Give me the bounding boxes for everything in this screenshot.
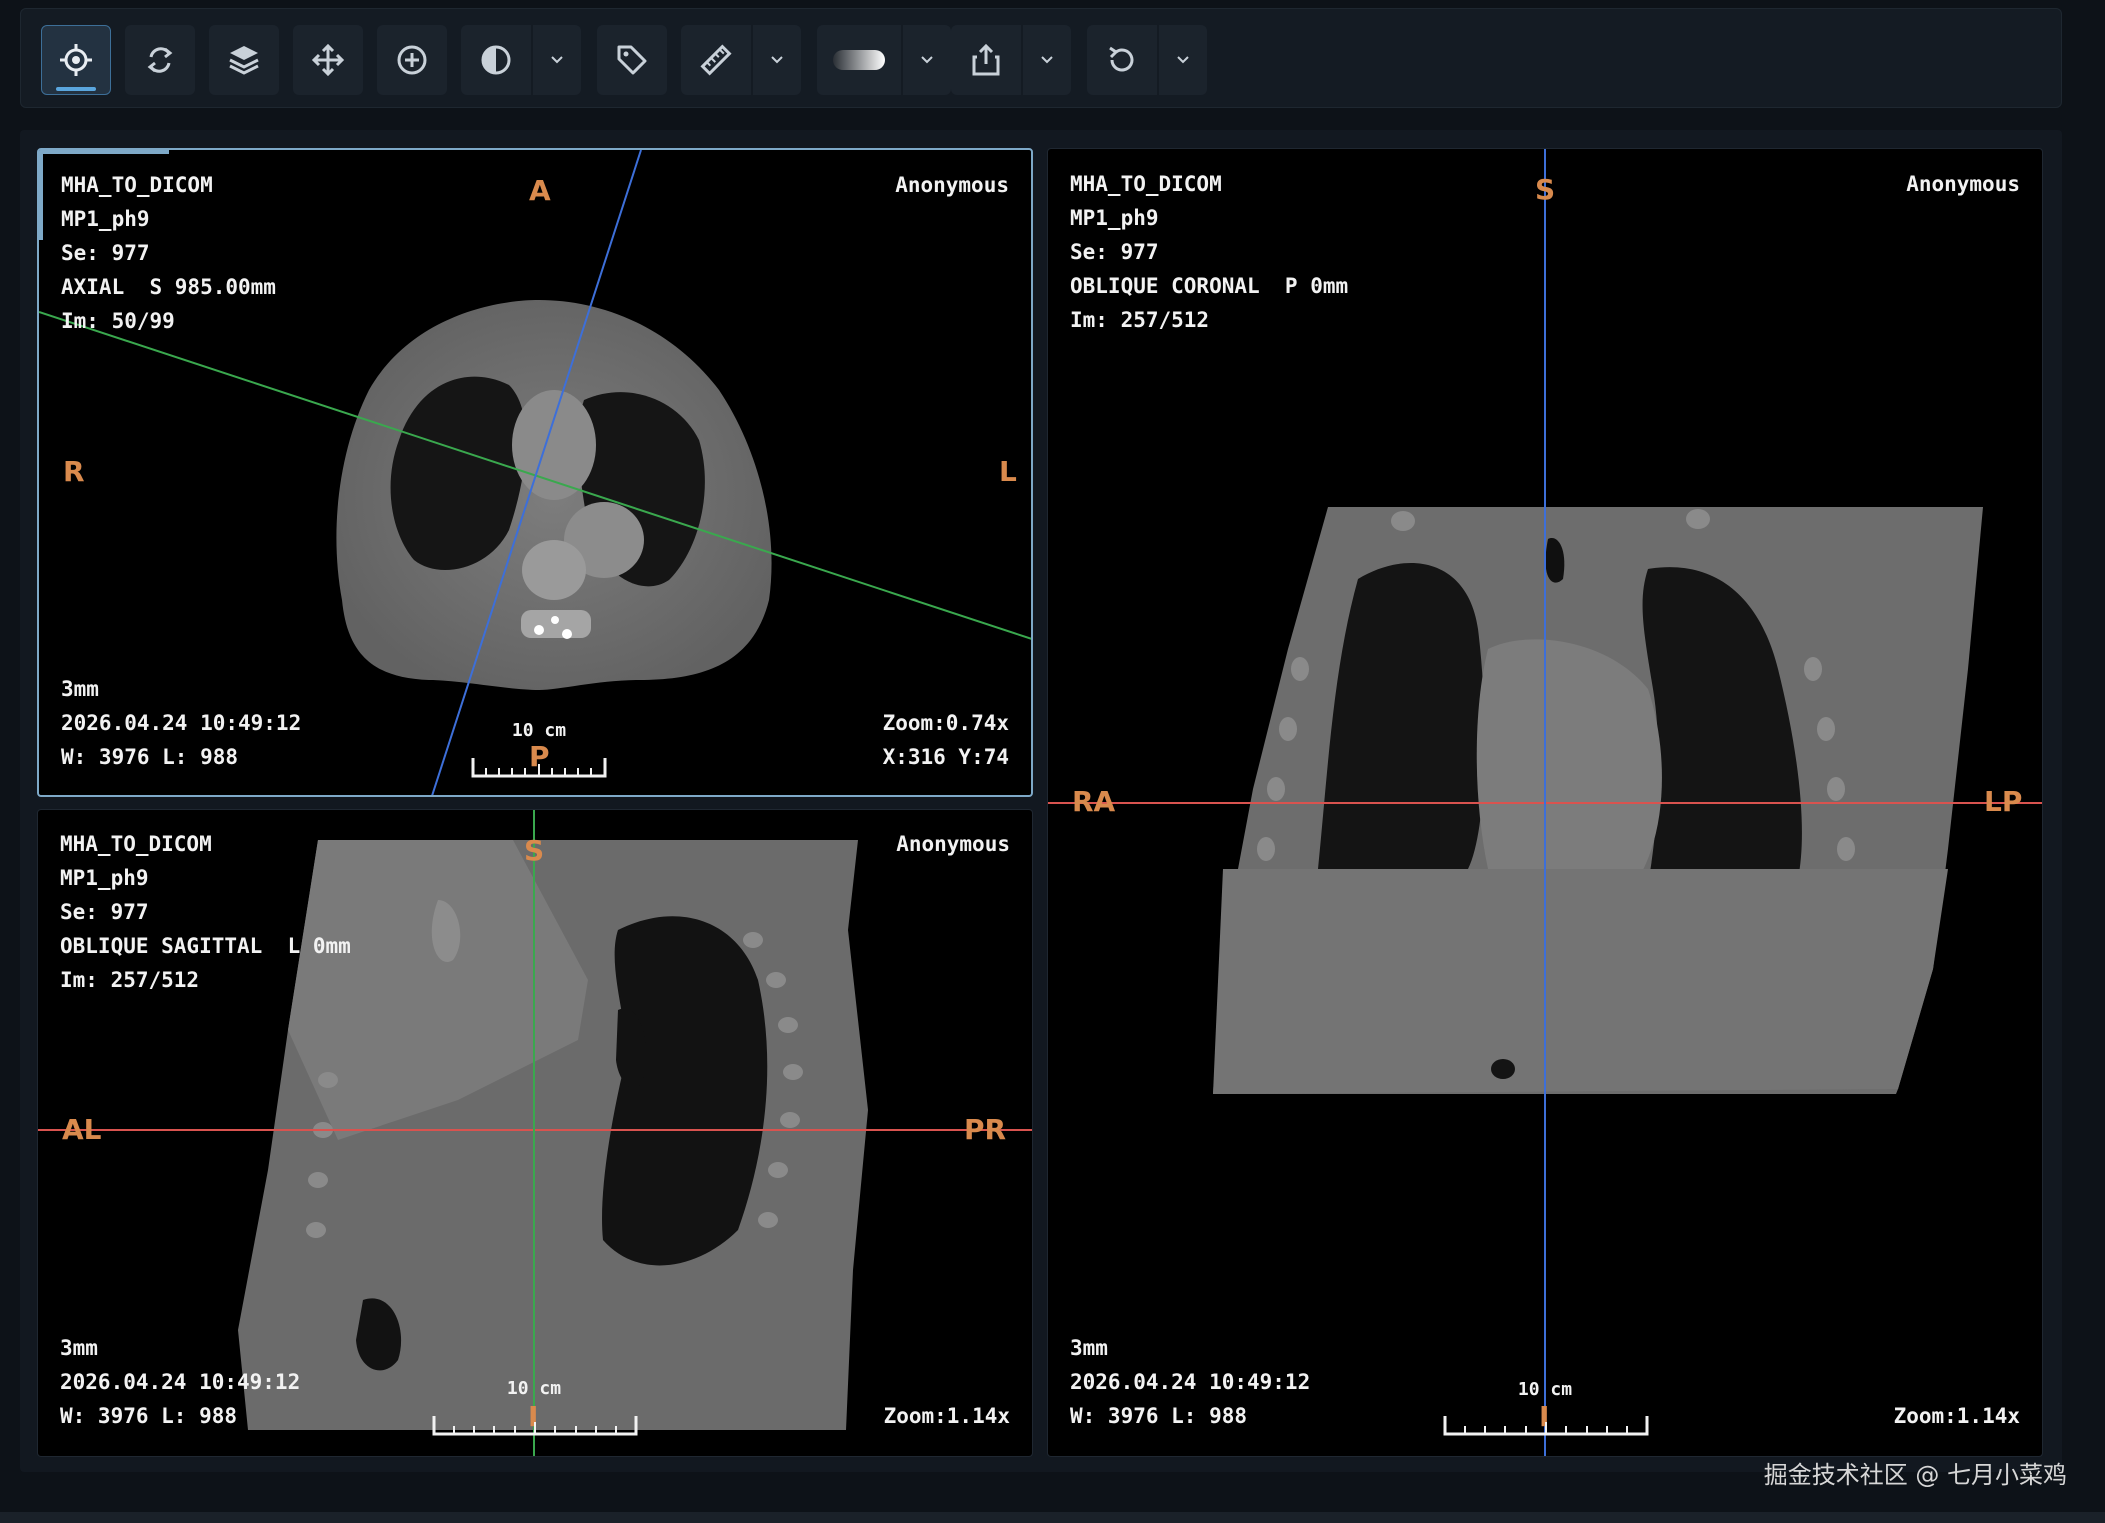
render-preset-tool-button[interactable]: [817, 25, 901, 95]
tag-icon: [617, 45, 647, 75]
orientation-label-right: L: [999, 455, 1017, 488]
coronal-image: [1048, 149, 2042, 1456]
zoom-readout: Zoom:1.14x: [1893, 1404, 2020, 1428]
measure-tool-button[interactable]: [681, 25, 751, 95]
plane-position: OBLIQUE SAGITTAL L 0mm: [60, 934, 351, 958]
series-title: MHA_TO_DICOM: [61, 173, 213, 197]
plane-position: OBLIQUE CORONAL P 0mm: [1070, 274, 1349, 298]
chevron-down-icon: [921, 56, 933, 64]
series-title: MHA_TO_DICOM: [60, 832, 212, 856]
gradient-slab-icon: [833, 50, 885, 70]
protocol-name: MP1_ph9: [60, 866, 149, 890]
orientation-label-top: S: [524, 834, 545, 867]
axial-zoom-info: Zoom:0.74x X:316 Y:74: [883, 706, 1009, 774]
protocol-name: MP1_ph9: [61, 207, 150, 231]
share-icon: [972, 43, 1000, 76]
cursor-position-readout: X:316 Y:74: [882, 745, 1009, 769]
zoom-readout: Zoom:1.14x: [883, 1404, 1010, 1428]
chevron-down-icon: [1041, 56, 1053, 64]
scale-bar: [1443, 1416, 1649, 1436]
orientation-label-left: R: [63, 455, 85, 488]
slice-thickness: 3mm: [1070, 1336, 1108, 1360]
series-number: Se: 977: [1070, 240, 1159, 264]
crosshairs-icon: [60, 44, 92, 76]
orientation-label-top: S: [1535, 173, 1556, 206]
crosshairs-tool-button[interactable]: [41, 25, 111, 95]
axial-series-info: MHA_TO_DICOM MP1_ph9 Se: 977 AXIAL S 985…: [61, 168, 276, 338]
window-level-tool-button[interactable]: [461, 25, 531, 95]
axial-viewport[interactable]: MHA_TO_DICOM MP1_ph9 Se: 977 AXIAL S 985…: [37, 148, 1033, 797]
acquisition-datetime: 2026.04.24 10:49:12: [61, 711, 302, 735]
series-number: Se: 977: [60, 900, 149, 924]
zoom-in-icon: [397, 45, 427, 75]
annotate-tool-button[interactable]: [597, 25, 667, 95]
orientation-label-right: LP: [1984, 785, 2023, 818]
coronal-acquisition-info: 3mm 2026.04.24 10:49:12 W: 3976 L: 988: [1070, 1331, 1310, 1433]
contrast-icon: [481, 45, 511, 75]
export-dropdown-button[interactable]: [1023, 25, 1071, 95]
chevron-down-icon: [771, 56, 783, 64]
layers-icon: [229, 46, 259, 75]
acquisition-datetime: 2026.04.24 10:49:12: [60, 1370, 301, 1394]
scale-bar: [471, 758, 607, 778]
scale-bar-label: 10 cm: [1517, 1379, 1573, 1400]
slice-thickness: 3mm: [60, 1336, 98, 1360]
coronal-series-info: MHA_TO_DICOM MP1_ph9 Se: 977 OBLIQUE COR…: [1070, 167, 1348, 337]
zoom-tool-button[interactable]: [377, 25, 447, 95]
orientation-label-left: AL: [62, 1113, 102, 1146]
window-level-readout: W: 3976 L: 988: [61, 745, 239, 769]
patient-name: Anonymous: [896, 832, 1010, 856]
plane-position: AXIAL S 985.00mm: [61, 275, 276, 299]
scale-bar-label: 10 cm: [506, 1378, 562, 1399]
image-index: Im: 257/512: [1070, 308, 1210, 332]
sagittal-viewport[interactable]: MHA_TO_DICOM MP1_ph9 Se: 977 OBLIQUE SAG…: [37, 809, 1033, 1457]
coronal-viewport[interactable]: MHA_TO_DICOM MP1_ph9 Se: 977 OBLIQUE COR…: [1047, 148, 2043, 1457]
orientation-label-left: RA: [1072, 785, 1116, 818]
protocol-name: MP1_ph9: [1070, 206, 1159, 230]
rotate-tool-button[interactable]: [125, 25, 195, 95]
sagittal-acquisition-info: 3mm 2026.04.24 10:49:12 W: 3976 L: 988: [60, 1331, 300, 1433]
image-index: Im: 50/99: [61, 309, 175, 333]
reset-tool-button[interactable]: [1087, 25, 1157, 95]
window-level-dropdown-button[interactable]: [533, 25, 581, 95]
export-tool-button[interactable]: [951, 25, 1021, 95]
sagittal-series-info: MHA_TO_DICOM MP1_ph9 Se: 977 OBLIQUE SAG…: [60, 827, 351, 997]
orientation-label-right: PR: [964, 1113, 1007, 1146]
orientation-label-top: A: [529, 174, 551, 207]
series-number: Se: 977: [61, 241, 150, 265]
layers-tool-button[interactable]: [209, 25, 279, 95]
image-index: Im: 257/512: [60, 968, 200, 992]
acquisition-datetime: 2026.04.24 10:49:12: [1070, 1370, 1311, 1394]
move-arrows-icon: [311, 43, 345, 77]
reset-dropdown-button[interactable]: [1159, 25, 1207, 95]
window-level-readout: W: 3976 L: 988: [60, 1404, 238, 1428]
render-preset-dropdown-button[interactable]: [903, 25, 951, 95]
window-level-readout: W: 3976 L: 988: [1070, 1404, 1248, 1428]
reset-icon: [1109, 46, 1134, 72]
chevron-down-icon: [551, 56, 563, 64]
ruler-icon: [700, 44, 732, 76]
series-title: MHA_TO_DICOM: [1070, 172, 1222, 196]
zoom-readout: Zoom:0.74x: [882, 711, 1009, 735]
viewport-grid: MHA_TO_DICOM MP1_ph9 Se: 977 AXIAL S 985…: [20, 130, 2062, 1472]
rotate-arrows-icon: [147, 47, 173, 73]
patient-name: Anonymous: [895, 173, 1009, 197]
viewer-toolbar: [20, 8, 2062, 108]
watermark-text: 掘金技术社区 @ 七月小菜鸡: [1763, 1461, 2067, 1489]
chevron-down-icon: [1177, 56, 1189, 64]
pan-tool-button[interactable]: [293, 25, 363, 95]
measure-dropdown-button[interactable]: [753, 25, 801, 95]
bottom-strip: [0, 1512, 2105, 1523]
scale-bar: [432, 1416, 638, 1436]
axial-acquisition-info: 3mm 2026.04.24 10:49:12 W: 3976 L: 988: [61, 672, 301, 774]
patient-name: Anonymous: [1906, 172, 2020, 196]
slice-thickness: 3mm: [61, 677, 99, 701]
scale-bar-label: 10 cm: [511, 720, 567, 741]
